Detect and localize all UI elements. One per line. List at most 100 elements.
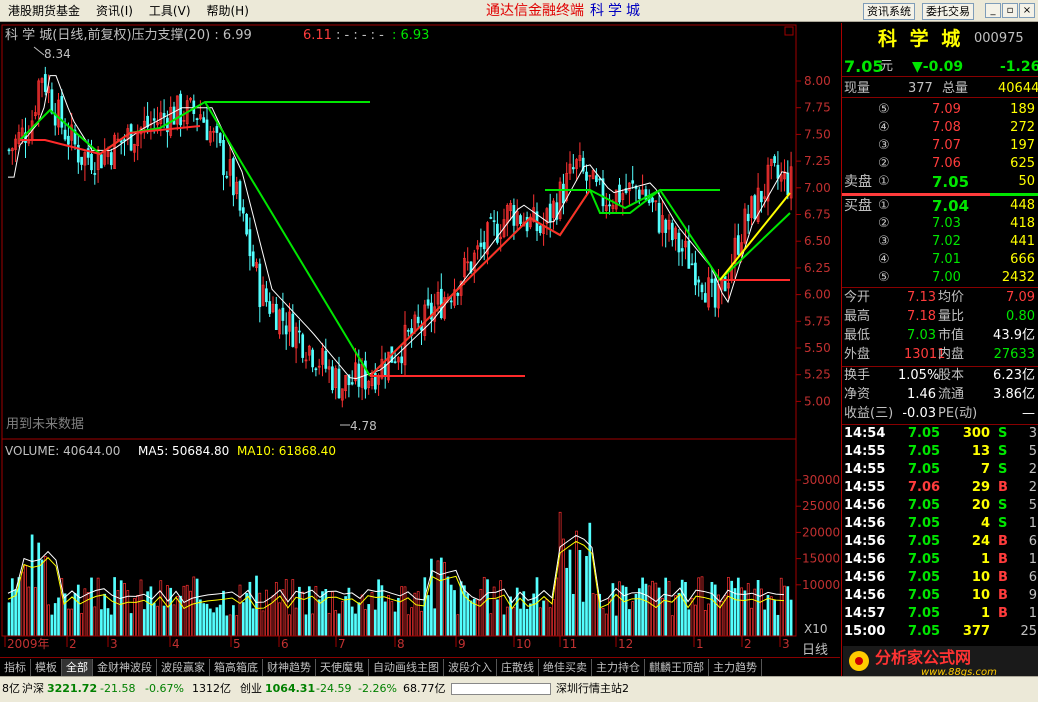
menu-hk-futures[interactable]: 港股期货基金 (0, 0, 88, 22)
close-icon[interactable]: × (1019, 3, 1035, 18)
tab-1[interactable]: 模板 (31, 658, 62, 676)
kline-chart-svg[interactable]: 8.00 7.75 7.50 7.25 7.00 6.75 6.50 6.25 6.00 5.75… (0, 23, 840, 658)
menu-tools[interactable]: 工具(V) (141, 0, 199, 22)
volume-bar (27, 586, 31, 637)
volume-bar (304, 614, 308, 637)
info-system-button[interactable]: 资讯系统 (863, 3, 915, 20)
sell-price: 7.09 (932, 102, 961, 117)
tab-12[interactable]: 主力持仓 (592, 658, 645, 676)
candle-body (677, 232, 681, 253)
server-name[interactable]: 深圳行情主站2 (556, 677, 629, 701)
candle-body (152, 118, 156, 121)
minimize-icon[interactable]: _ (985, 3, 1001, 18)
panel-toggle-icon[interactable] (784, 26, 794, 36)
tick-volume: 13 (971, 444, 990, 459)
candle-body (205, 119, 209, 141)
stat-value: 6.23亿 (993, 368, 1035, 383)
volume-bar (548, 607, 552, 637)
tab-3[interactable]: 金财神波段 (93, 658, 157, 676)
candle-body (331, 366, 334, 391)
candle-body (548, 203, 552, 223)
volume-bar (449, 584, 453, 637)
candle-body (723, 275, 727, 292)
sh-index-label[interactable]: 沪深 (22, 677, 44, 701)
indicator-lines (7, 75, 791, 610)
tick-volume: 1 (980, 552, 990, 567)
cy-index-change: -24.59 (316, 682, 352, 695)
volume-row: 现量 377 总量 40644 (842, 80, 1038, 98)
tab-2[interactable]: 全部 (62, 658, 93, 676)
candle-body (400, 356, 404, 364)
candle-body (746, 213, 750, 222)
volume-bar (228, 614, 232, 637)
buy-row-2: ② 7.03 418 (842, 215, 1038, 233)
candle-body (760, 190, 763, 203)
volume-ma5: MA5: 50684.80 (138, 444, 229, 458)
tick-row: 14:55 7.06 29 B 2 (842, 479, 1038, 497)
tab-10[interactable]: 庄散线 (497, 658, 539, 676)
volume-bar (337, 613, 341, 637)
tab-0[interactable]: 指标 (0, 658, 31, 676)
volume-bar (733, 588, 737, 637)
menu-help[interactable]: 帮助(H) (199, 0, 257, 22)
volume-bar (486, 579, 489, 637)
volume-bar (479, 588, 483, 637)
volume-bar (779, 577, 783, 637)
trade-button[interactable]: 委托交易 (922, 3, 974, 20)
volume-now: 377 (908, 81, 933, 96)
tab-6[interactable]: 财神趋势 (263, 658, 316, 676)
volume-bar (7, 602, 11, 637)
price-change: ▼-0.09 (912, 59, 964, 75)
stock-code: 000975 (974, 31, 1024, 46)
tick-time: 14:54 (844, 426, 886, 441)
candle-body (571, 167, 575, 170)
volume-bar (400, 586, 404, 637)
tab-4[interactable]: 波段赢家 (157, 658, 210, 676)
time-tick-label: 11 (562, 637, 577, 651)
tab-13[interactable]: 麒麟王顶部 (645, 658, 709, 676)
buy-volume: 418 (1010, 216, 1035, 231)
tick-side: S (998, 462, 1008, 477)
tick-volume: 10 (971, 588, 990, 603)
tick-volume: 1 (980, 606, 990, 621)
tab-7[interactable]: 天使魔鬼 (316, 658, 369, 676)
buy-volume: 448 (1010, 198, 1035, 213)
kline-chart-area[interactable]: 8.00 7.75 7.50 7.25 7.00 6.75 6.50 6.25 6.00 5.75… (0, 23, 840, 658)
volume-bar (185, 584, 189, 637)
candle-body (90, 153, 93, 171)
volume-bar (53, 603, 57, 637)
tab-5[interactable]: 箱高箱底 (210, 658, 263, 676)
stat-label: 内盘 (938, 347, 965, 362)
tab-14[interactable]: 主力趋势 (709, 658, 762, 676)
stat-value: -0.03 (902, 406, 936, 421)
cy-index-label[interactable]: 创业 (240, 677, 262, 701)
volume-bar (350, 606, 354, 637)
volume-bar (232, 605, 235, 637)
menu-info[interactable]: 资讯(I) (88, 0, 141, 22)
tab-9[interactable]: 波段介入 (444, 658, 497, 676)
volume-bar (218, 604, 222, 637)
tick-row: 14:56 7.05 10 B 6 (842, 569, 1038, 587)
volume-bar (406, 614, 410, 637)
tab-8[interactable]: 自动画线主图 (369, 658, 444, 676)
buy-price: 7.04 (932, 197, 970, 215)
buy-volume: 2432 (1001, 270, 1035, 285)
stat-row: 最低 7.03 市值 43.9亿 (842, 327, 1038, 345)
volume-bar (67, 608, 70, 637)
volume-bar (139, 579, 143, 637)
candle-body (631, 180, 635, 184)
tick-row: 14:57 7.05 1 B 1 (842, 605, 1038, 623)
volume-bar (677, 592, 681, 637)
volume-bar (684, 581, 687, 637)
tick-side: B (998, 606, 1008, 621)
candle-body (598, 178, 602, 181)
restore-icon[interactable]: ▫ (1002, 3, 1018, 18)
volume-bar (377, 579, 380, 637)
candle-body (496, 223, 499, 243)
app-title-stock: 科学城 (590, 3, 644, 19)
period-label[interactable]: 日线 (802, 643, 828, 658)
volume-bar (552, 599, 555, 637)
stat-value: 7.03 (907, 328, 936, 343)
tab-11[interactable]: 绝佳买卖 (539, 658, 592, 676)
volume-bar (588, 522, 592, 637)
